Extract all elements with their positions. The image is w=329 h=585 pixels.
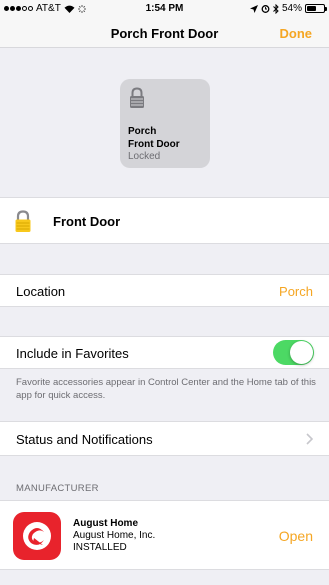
lock-icon [15, 210, 31, 232]
favorites-label: Include in Favorites [16, 346, 129, 361]
status-bar: AT&T 1:54 PM 54% [0, 0, 329, 20]
tile-name-line1: Porch [128, 126, 157, 137]
lock-icon [130, 87, 144, 108]
bluetooth-icon [273, 3, 279, 14]
accessory-name-row[interactable]: Front Door [0, 197, 329, 244]
manufacturer-install-state: INSTALLED [73, 542, 127, 553]
accessory-tile[interactable]: Porch Front Door Locked [120, 79, 210, 168]
accessory-name: Front Door [53, 214, 121, 229]
status-notifications-label: Status and Notifications [16, 432, 153, 447]
tile-text: Porch Front Door Locked [128, 126, 180, 164]
august-app-icon [13, 512, 61, 560]
manufacturer-row: August Home August Home, Inc. INSTALLED … [0, 500, 329, 570]
toggle-knob [290, 341, 313, 364]
navigation-bar: Porch Front Door Done [0, 20, 329, 48]
open-app-button[interactable]: Open [279, 528, 313, 544]
location-arrow-icon [249, 4, 258, 13]
tile-state: Locked [128, 151, 161, 162]
manufacturer-info: August Home August Home, Inc. INSTALLED [73, 518, 155, 554]
manufacturer-app-name: August Home [73, 518, 138, 529]
favorites-row: Include in Favorites [0, 336, 329, 369]
tile-name-line2: Front Door [128, 138, 180, 150]
location-label: Location [16, 284, 66, 299]
location-row[interactable]: Location Porch [0, 274, 329, 307]
status-notifications-row[interactable]: Status and Notifications [0, 421, 329, 456]
done-button[interactable]: Done [280, 26, 313, 41]
manufacturer-company: August Home, Inc. [73, 530, 156, 541]
location-value: Porch [279, 284, 313, 299]
favorites-toggle[interactable] [273, 340, 314, 365]
battery-percent: 54% [281, 3, 302, 14]
battery-icon [305, 4, 327, 13]
chevron-right-icon [306, 433, 313, 445]
status-right: 54% [249, 3, 327, 14]
favorites-footer-note: Favorite accessories appear in Control C… [16, 377, 316, 401]
manufacturer-section-header: MANUFACTURER [16, 483, 99, 494]
alarm-icon [261, 5, 270, 13]
